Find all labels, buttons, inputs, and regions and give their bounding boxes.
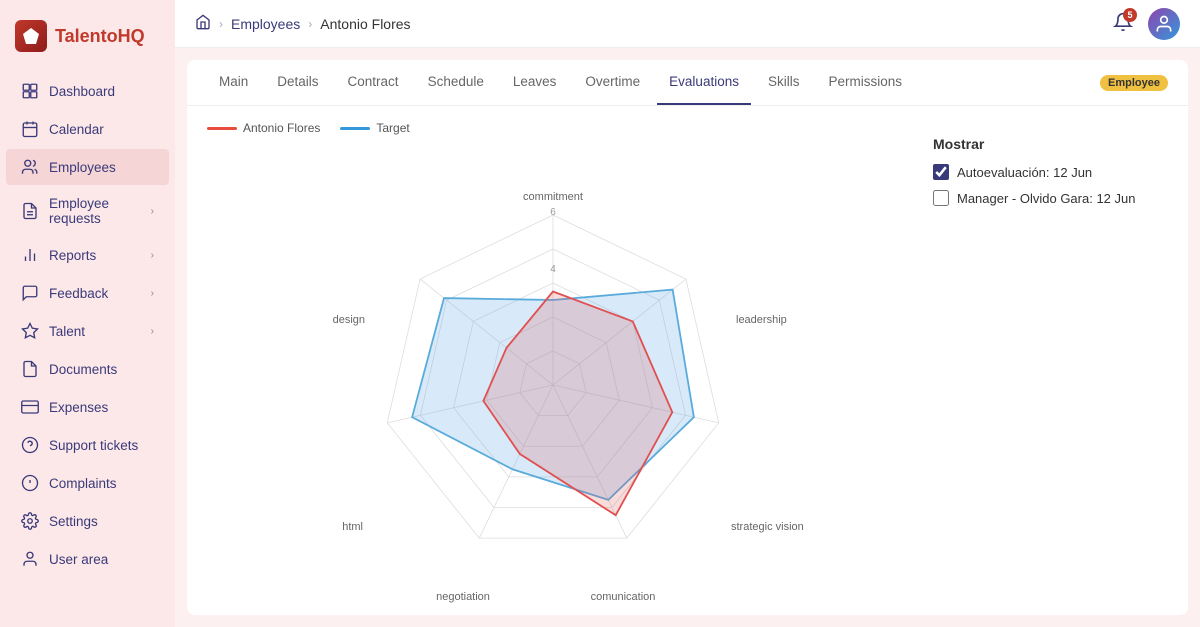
checkbox-autoevaluacion[interactable] bbox=[933, 164, 949, 180]
breadcrumb-sep-1: › bbox=[219, 17, 223, 31]
notifications-button[interactable]: 5 bbox=[1113, 12, 1133, 35]
employees-icon bbox=[21, 158, 39, 176]
axis-label-commitment: commitment bbox=[523, 191, 583, 203]
check-autoevaluacion[interactable]: Autoevaluación: 12 Jun bbox=[933, 164, 1153, 180]
legend-target-line bbox=[340, 127, 370, 130]
check-manager[interactable]: Manager - Olvido Gara: 12 Jun bbox=[933, 190, 1153, 206]
axis-label-communication: comunication bbox=[590, 591, 655, 603]
chart-container: Antonio Flores Target bbox=[207, 121, 898, 600]
scale-label-6: 6 bbox=[550, 207, 556, 218]
sidebar-label-talent: Talent bbox=[49, 324, 85, 339]
check-autoevaluacion-label: Autoevaluación: 12 Jun bbox=[957, 165, 1092, 180]
complaints-icon bbox=[21, 474, 39, 492]
chart-area: Antonio Flores Target bbox=[187, 106, 1188, 615]
feedback-icon bbox=[21, 284, 39, 302]
sidebar-item-settings[interactable]: Settings bbox=[6, 503, 169, 539]
sidebar-item-reports[interactable]: Reports › bbox=[6, 237, 169, 273]
scale-label-4: 4 bbox=[550, 264, 556, 275]
sidebar-label-expenses: Expenses bbox=[49, 400, 108, 415]
sidebar-label-documents: Documents bbox=[49, 362, 117, 377]
sidebar-item-talent[interactable]: Talent › bbox=[6, 313, 169, 349]
tab-skills[interactable]: Skills bbox=[756, 60, 812, 105]
mostrar-title: Mostrar bbox=[933, 136, 1153, 152]
axis-label-design: design bbox=[332, 314, 364, 326]
mostrar-panel: Mostrar Autoevaluación: 12 Jun Manager -… bbox=[918, 121, 1168, 600]
chevron-right-icon: › bbox=[151, 250, 154, 261]
legend-target-label: Target bbox=[376, 121, 409, 135]
notification-badge: 5 bbox=[1123, 8, 1137, 22]
sidebar-item-feedback[interactable]: Feedback › bbox=[6, 275, 169, 311]
documents-icon bbox=[21, 360, 39, 378]
legend-antonio-line bbox=[207, 127, 237, 130]
tab-permissions[interactable]: Permissions bbox=[816, 60, 914, 105]
axis-label-leadership: leadership bbox=[736, 314, 787, 326]
talent-icon bbox=[21, 322, 39, 340]
reports-icon bbox=[21, 246, 39, 264]
check-manager-label: Manager - Olvido Gara: 12 Jun bbox=[957, 191, 1135, 206]
chevron-right-icon: › bbox=[151, 206, 154, 217]
radar-chart: commitment leadership strategic vision c… bbox=[213, 150, 893, 600]
chevron-right-icon: › bbox=[151, 326, 154, 337]
employee-requests-icon bbox=[21, 202, 39, 220]
sidebar-item-complaints[interactable]: Complaints bbox=[6, 465, 169, 501]
chevron-right-icon: › bbox=[151, 288, 154, 299]
sidebar-label-dashboard: Dashboard bbox=[49, 84, 115, 99]
sidebar-logo: TalentoHQ bbox=[0, 10, 175, 72]
tab-main[interactable]: Main bbox=[207, 60, 260, 105]
axis-label-negotiation: negotiation bbox=[436, 591, 490, 603]
sidebar-label-calendar: Calendar bbox=[49, 122, 104, 137]
legend-antonio: Antonio Flores bbox=[207, 121, 320, 135]
sidebar-item-documents[interactable]: Documents bbox=[6, 351, 169, 387]
user-area-icon bbox=[21, 550, 39, 568]
tab-leaves[interactable]: Leaves bbox=[501, 60, 569, 105]
tab-details[interactable]: Details bbox=[265, 60, 330, 105]
sidebar-item-calendar[interactable]: Calendar bbox=[6, 111, 169, 147]
main-area: › Employees › Antonio Flores 5 Main Deta… bbox=[175, 0, 1200, 627]
sidebar-item-expenses[interactable]: Expenses bbox=[6, 389, 169, 425]
legend-target: Target bbox=[340, 121, 409, 135]
sidebar-item-employee-requests[interactable]: Employee requests › bbox=[6, 187, 169, 235]
sidebar-label-settings: Settings bbox=[49, 514, 98, 529]
tab-contract[interactable]: Contract bbox=[336, 60, 411, 105]
header-right: 5 bbox=[1113, 8, 1180, 40]
sidebar: TalentoHQ Dashboard Calendar Employees E… bbox=[0, 0, 175, 627]
sidebar-label-employee-requests: Employee requests bbox=[49, 196, 141, 226]
tab-overtime[interactable]: Overtime bbox=[573, 60, 652, 105]
sidebar-item-user-area[interactable]: User area bbox=[6, 541, 169, 577]
home-icon[interactable] bbox=[195, 14, 211, 33]
breadcrumb-current: Antonio Flores bbox=[320, 16, 410, 32]
axis-label-strategic: strategic vision bbox=[731, 521, 804, 533]
legend-antonio-label: Antonio Flores bbox=[243, 121, 320, 135]
header: › Employees › Antonio Flores 5 bbox=[175, 0, 1200, 48]
support-tickets-icon bbox=[21, 436, 39, 454]
axis-label-html: html bbox=[342, 521, 363, 533]
calendar-icon bbox=[21, 120, 39, 138]
user-avatar[interactable] bbox=[1148, 8, 1180, 40]
logo-icon bbox=[15, 20, 47, 52]
sidebar-item-dashboard[interactable]: Dashboard bbox=[6, 73, 169, 109]
sidebar-item-support-tickets[interactable]: Support tickets bbox=[6, 427, 169, 463]
breadcrumb-employees[interactable]: Employees bbox=[231, 16, 300, 32]
logo-text: TalentoHQ bbox=[55, 26, 145, 47]
sidebar-label-reports: Reports bbox=[49, 248, 96, 263]
tab-schedule[interactable]: Schedule bbox=[416, 60, 496, 105]
sidebar-label-complaints: Complaints bbox=[49, 476, 117, 491]
breadcrumb-sep-2: › bbox=[308, 17, 312, 31]
breadcrumb: › Employees › Antonio Flores bbox=[195, 14, 1103, 33]
checkbox-manager[interactable] bbox=[933, 190, 949, 206]
employee-badge: Employee bbox=[1100, 75, 1168, 91]
expenses-icon bbox=[21, 398, 39, 416]
sidebar-label-employees: Employees bbox=[49, 160, 116, 175]
tabs-bar: Main Details Contract Schedule Leaves Ov… bbox=[187, 60, 1188, 106]
content: Main Details Contract Schedule Leaves Ov… bbox=[175, 48, 1200, 627]
chart-legend: Antonio Flores Target bbox=[207, 121, 898, 135]
sidebar-label-support-tickets: Support tickets bbox=[49, 438, 138, 453]
sidebar-label-feedback: Feedback bbox=[49, 286, 108, 301]
sidebar-label-user-area: User area bbox=[49, 552, 108, 567]
settings-icon bbox=[21, 512, 39, 530]
sidebar-item-employees[interactable]: Employees bbox=[6, 149, 169, 185]
tab-evaluations[interactable]: Evaluations bbox=[657, 60, 751, 105]
dashboard-icon bbox=[21, 82, 39, 100]
content-inner: Main Details Contract Schedule Leaves Ov… bbox=[187, 60, 1188, 615]
